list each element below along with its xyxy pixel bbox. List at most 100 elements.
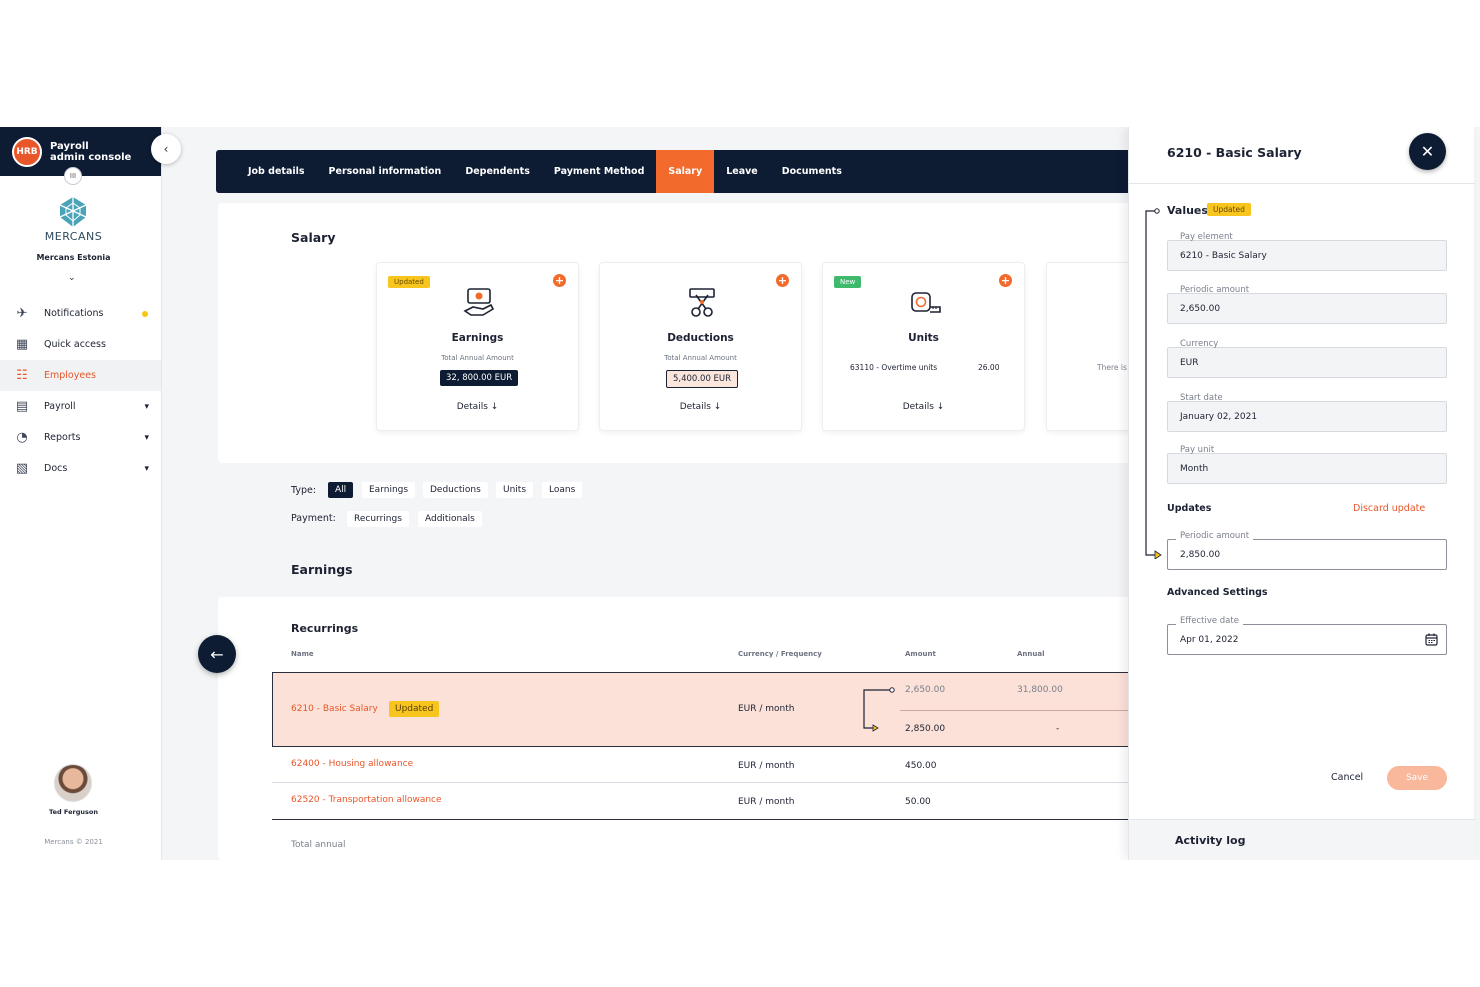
tab-payment-method[interactable]: Payment Method	[542, 150, 657, 193]
total-annual-label: Total annual	[291, 840, 346, 850]
close-icon: ✕	[1420, 142, 1435, 161]
filter-units[interactable]: Units	[496, 482, 534, 498]
status-badge: Updated	[388, 276, 430, 288]
pay-element-field[interactable]: Pay element 6210 - Basic Salary	[1167, 232, 1447, 271]
close-panel-button[interactable]: ✕	[1409, 133, 1446, 170]
sidebar-item-label: Quick access	[44, 339, 106, 350]
units-details-link[interactable]: Details ↓	[823, 402, 1024, 412]
sidebar-item-label: Notifications	[44, 308, 104, 319]
hrb-logo: HRB	[12, 136, 42, 167]
employee-tabs: Job details Personal information Depende…	[216, 150, 1136, 193]
rocket-icon: ✈	[16, 306, 28, 321]
add-earning-button[interactable]: +	[553, 274, 566, 287]
units-summary-card: New + Units 63110 - Overtime units 26.00…	[822, 262, 1025, 431]
earnings-card-subtitle: Total Annual Amount	[441, 354, 514, 362]
avatar[interactable]	[54, 764, 92, 802]
company-chevron-down-icon[interactable]: ⌄	[68, 273, 76, 283]
column-header-name: Name	[291, 650, 314, 658]
sidebar-item-employees[interactable]: ☷ Employees	[0, 360, 161, 391]
employees-icon: ☷	[16, 368, 28, 383]
tab-dependents[interactable]: Dependents	[453, 150, 542, 193]
sidebar: HRB Payroll admin console ‹ III MERCANS …	[0, 127, 181, 860]
earnings-details-link[interactable]: Details ↓	[377, 402, 578, 412]
recurrings-title: Recurrings	[291, 622, 359, 635]
sidebar-item-quick-access[interactable]: ▦ Quick access	[0, 329, 161, 360]
type-filter-label: Type:	[291, 485, 317, 496]
deductions-details-link[interactable]: Details ↓	[600, 402, 801, 412]
field-label: Periodic amount	[1180, 285, 1250, 295]
cancel-button[interactable]: Cancel	[1331, 772, 1363, 783]
sidebar-header: HRB Payroll admin console	[0, 127, 161, 176]
add-unit-button[interactable]: +	[999, 274, 1012, 287]
earnings-total-amount: 32, 800.00 EUR	[440, 370, 519, 386]
row-old-amount: 2,650.00	[905, 685, 946, 695]
calendar-icon[interactable]	[1425, 633, 1438, 646]
effective-date-input[interactable]: Effective date Apr 01, 2022	[1167, 616, 1447, 655]
activity-log-label: Activity log	[1175, 834, 1246, 847]
row-frequency: EUR / month	[738, 704, 795, 714]
filter-earnings[interactable]: Earnings	[362, 482, 416, 498]
payment-filter-label: Payment:	[291, 513, 336, 524]
column-header-amount: Amount	[905, 650, 936, 658]
filter-all[interactable]: All	[328, 482, 354, 498]
save-button[interactable]: Save	[1387, 766, 1447, 790]
reports-icon: ◔	[16, 430, 28, 445]
notification-dot	[142, 310, 148, 317]
update-connector-icon	[863, 687, 895, 732]
tab-documents[interactable]: Documents	[770, 150, 854, 193]
unit-value: 26.00	[978, 363, 1000, 372]
row-frequency: EUR / month	[738, 797, 795, 807]
back-button[interactable]: ←	[198, 635, 236, 673]
filter-additionals[interactable]: Additionals	[418, 511, 482, 527]
user-name: Ted Ferguson	[49, 808, 98, 816]
filter-recurrings[interactable]: Recurrings	[347, 511, 409, 527]
field-label: Start date	[1180, 393, 1223, 403]
deductions-card-subtitle: Total Annual Amount	[664, 354, 737, 362]
scissors-icon	[689, 288, 715, 317]
company-switch-badge[interactable]: III	[64, 167, 82, 185]
deductions-total-amount: 5,400.00 EUR	[666, 370, 739, 388]
sidebar-nav: ✈ Notifications ▦ Quick access ☷ Employe…	[0, 298, 161, 484]
sidebar-item-docs[interactable]: ▧ Docs ▾	[0, 453, 161, 484]
filter-loans[interactable]: Loans	[542, 482, 583, 498]
collapse-sidebar-button[interactable]: ‹	[151, 134, 181, 164]
tab-personal-information[interactable]: Personal information	[317, 150, 454, 193]
sidebar-item-label: Employees	[44, 370, 96, 381]
tab-leave[interactable]: Leave	[714, 150, 770, 193]
row-new-annual: -	[1056, 724, 1060, 734]
field-value: 6210 - Basic Salary	[1180, 251, 1267, 261]
field-value: Month	[1180, 464, 1209, 474]
row-amount: 50.00	[905, 797, 931, 807]
add-deduction-button[interactable]: +	[776, 274, 789, 287]
panel-divider	[1129, 183, 1475, 184]
tab-salary[interactable]: Salary	[656, 150, 715, 193]
row-name[interactable]: 62400 - Housing allowance	[291, 759, 413, 769]
row-divider	[900, 710, 1138, 711]
deductions-card-title: Deductions	[667, 332, 734, 344]
row-name[interactable]: 6210 - Basic Salary	[291, 704, 378, 714]
app-window: HRB Payroll admin console ‹ III MERCANS …	[0, 127, 1480, 860]
start-date-field[interactable]: Start date January 02, 2021	[1167, 393, 1447, 432]
filter-deductions[interactable]: Deductions	[423, 482, 488, 498]
currency-field[interactable]: Currency EUR	[1167, 339, 1447, 378]
sidebar-item-reports[interactable]: ◔ Reports ▾	[0, 422, 161, 453]
edit-salary-panel: 6210 - Basic Salary ✕ Values Updated Pay…	[1128, 127, 1475, 860]
tab-job-details[interactable]: Job details	[236, 150, 317, 193]
status-badge: Updated	[1207, 203, 1251, 216]
row-old-annual: 31,800.00	[1017, 685, 1063, 695]
row-name[interactable]: 62520 - Transportation allowance	[291, 795, 442, 805]
pay-unit-field[interactable]: Pay unit Month	[1167, 445, 1447, 484]
periodic-amount-field[interactable]: Periodic amount 2,650.00	[1167, 285, 1447, 324]
sidebar-item-payroll[interactable]: ▤ Payroll ▾	[0, 391, 161, 422]
discard-update-link[interactable]: Discard update	[1353, 503, 1425, 514]
copyright: Mercans © 2021	[44, 838, 103, 846]
app-title-line1: Payroll	[50, 140, 89, 152]
sidebar-item-notifications[interactable]: ✈ Notifications	[0, 298, 161, 329]
field-value: 2,850.00	[1180, 550, 1221, 560]
updated-periodic-amount-input[interactable]: Periodic amount 2,850.00	[1167, 531, 1447, 570]
earnings-card-title: Earnings	[451, 332, 504, 344]
activity-log-bar[interactable]: Activity log	[1129, 819, 1475, 860]
field-label: Currency	[1180, 339, 1219, 349]
deductions-summary-card: + Deductions Total Annual Amount 5,400.0…	[599, 262, 802, 431]
measuring-tape-icon	[911, 292, 941, 313]
